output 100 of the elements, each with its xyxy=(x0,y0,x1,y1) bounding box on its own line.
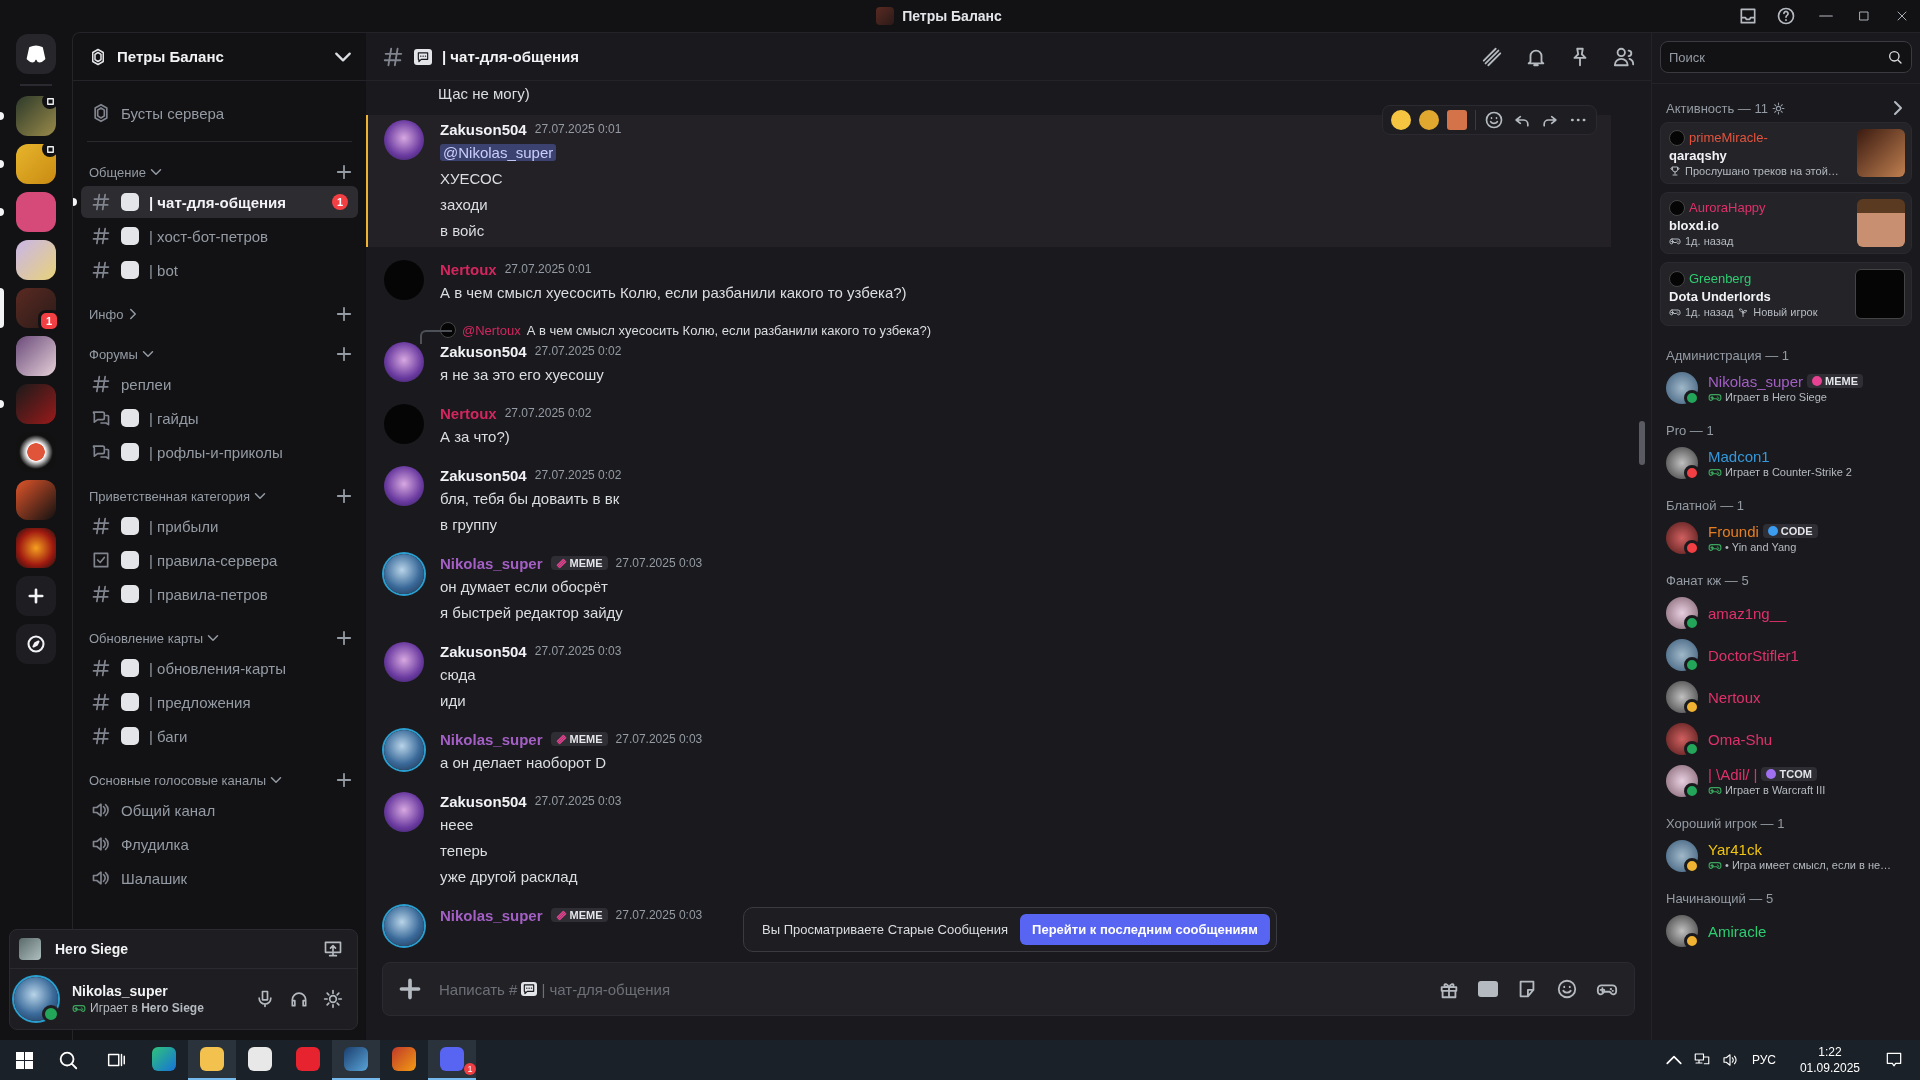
avatar[interactable] xyxy=(384,554,424,594)
threads-icon[interactable] xyxy=(1481,45,1503,68)
category-header[interactable]: Основные голосовые каналы xyxy=(89,772,283,788)
scrollbar[interactable] xyxy=(1639,421,1645,465)
plus-icon[interactable] xyxy=(336,630,352,646)
server-header[interactable]: Петры Баланс xyxy=(73,33,366,81)
unread-pill xyxy=(0,208,4,216)
channel-item[interactable]: Флудилка xyxy=(81,828,358,860)
timestamp: 27.07.2025 0:01 xyxy=(534,122,622,136)
speaker-icon[interactable] xyxy=(1720,1051,1739,1069)
avatar[interactable] xyxy=(384,792,424,832)
activity-card[interactable]: AuroraHappy bloxd.io 1д. назад xyxy=(1660,192,1912,254)
category-header[interactable]: Форумы xyxy=(89,346,154,362)
category-header[interactable]: Обновление карты xyxy=(89,630,220,646)
server-icon[interactable] xyxy=(16,336,56,376)
jump-button[interactable]: Перейти к последним сообщениям xyxy=(1020,914,1270,945)
plus-icon[interactable] xyxy=(336,306,352,322)
settings-icon[interactable] xyxy=(1772,101,1785,115)
guild-tag[interactable]: MEME xyxy=(550,556,608,570)
author-name[interactable]: Zakuson504 xyxy=(440,466,527,484)
reply-author[interactable]: @Nertoux xyxy=(462,322,521,338)
author-name[interactable]: Zakuson504 xyxy=(440,120,527,138)
taskbar-button[interactable] xyxy=(188,1040,236,1080)
channel-item[interactable]: Общий канал xyxy=(81,794,358,826)
settings-icon[interactable] xyxy=(323,989,343,1009)
member-item[interactable]: Nertoux xyxy=(1660,676,1912,718)
microphone-icon[interactable] xyxy=(255,989,275,1009)
home-button[interactable] xyxy=(16,34,56,74)
member-item[interactable]: Froundi CODE • Yin and Yang xyxy=(1660,517,1912,559)
category-header[interactable]: Инфо xyxy=(89,306,140,322)
plus-icon[interactable] xyxy=(336,772,352,788)
author-name[interactable]: Zakuson504 xyxy=(440,792,527,810)
channel-item[interactable]: | правила-сервера xyxy=(81,544,358,576)
channel-item[interactable]: | баги xyxy=(81,720,358,752)
author-name[interactable]: Nikolas_super xyxy=(440,730,543,748)
avatar[interactable] xyxy=(384,906,424,946)
avatar[interactable] xyxy=(384,466,424,506)
clock-time[interactable]: 1:22 xyxy=(1818,1044,1842,1060)
server-icon[interactable] xyxy=(16,240,56,280)
channel-item[interactable]: | рофлы-и-приколы xyxy=(81,436,358,468)
member-item[interactable]: DoctorStifler1 xyxy=(1660,634,1912,676)
headphones-icon[interactable] xyxy=(289,989,309,1009)
server-icon[interactable] xyxy=(16,144,56,184)
avatar xyxy=(1669,270,1685,287)
activity-card[interactable]: Greenberg Dota Underlords 1д. назад Новый игрок xyxy=(1660,262,1912,326)
reaction-icon[interactable] xyxy=(1391,110,1411,130)
plus-icon[interactable] xyxy=(336,346,352,362)
reaction-icon[interactable] xyxy=(1419,110,1439,130)
help-icon[interactable] xyxy=(1776,6,1796,26)
avatar[interactable] xyxy=(14,977,58,1021)
role-header: Хороший игрок — 1 xyxy=(1665,815,1786,833)
category-header[interactable]: Общение xyxy=(89,164,162,180)
guild-tag[interactable]: MEME xyxy=(550,908,608,922)
add-reaction-icon[interactable] xyxy=(1484,110,1504,130)
taskbar-button[interactable]: 1 xyxy=(428,1040,476,1080)
member-item[interactable]: amaz1ng__ xyxy=(1660,592,1912,634)
plus-icon[interactable] xyxy=(336,488,352,504)
author-name[interactable]: Nikolas_super xyxy=(440,906,543,924)
author-name[interactable]: Nikolas_super xyxy=(440,554,543,572)
activity-card[interactable]: primeMiracle- qaraqshy Прослушано треков на этой… xyxy=(1660,122,1912,184)
members-icon[interactable] xyxy=(1613,45,1635,68)
channel-item[interactable]: | предложения xyxy=(81,686,358,718)
add-attachment-icon[interactable] xyxy=(399,978,421,1000)
avatar[interactable] xyxy=(384,342,424,382)
member-item[interactable]: Oma-Shu xyxy=(1660,718,1912,760)
channel-item[interactable]: | bot xyxy=(81,254,358,286)
guild-tag[interactable]: MEME xyxy=(550,732,608,746)
member-item[interactable]: Amiracle xyxy=(1660,910,1912,952)
avatar[interactable] xyxy=(384,730,424,770)
member-item[interactable]: | \Adil/ | TCOM Играет в Warcraft III xyxy=(1660,760,1912,802)
plus-icon[interactable] xyxy=(336,164,352,180)
inbox-icon[interactable] xyxy=(1738,6,1758,26)
taskbar-button[interactable] xyxy=(332,1040,380,1080)
sidebar-item[interactable]: Бусты сервера xyxy=(81,97,358,129)
channel-item[interactable]: Шалашик xyxy=(81,862,358,894)
channel-item[interactable]: реплеи xyxy=(81,368,358,400)
screen-share-icon[interactable] xyxy=(323,939,343,959)
avatar[interactable] xyxy=(384,120,424,160)
avatar[interactable] xyxy=(384,642,424,682)
clock-date[interactable]: 01.09.2025 xyxy=(1799,1060,1860,1076)
channel-item[interactable]: | чат-для-общения 1 xyxy=(81,186,358,218)
channel-item[interactable]: | хост-бот-петров xyxy=(81,220,358,252)
author-name[interactable]: Zakuson504 xyxy=(440,342,527,360)
author-name[interactable]: Zakuson504 xyxy=(440,642,527,660)
channel-item[interactable]: | обновления-карты xyxy=(81,652,358,684)
reply-text[interactable]: А в чем смысл хуесосить Колю, если разбанили какого то узбека?) xyxy=(526,322,932,338)
language-indicator[interactable]: РУС xyxy=(1751,1053,1776,1067)
maximize-icon[interactable] xyxy=(1856,8,1872,24)
mention[interactable]: @Nikolas_super xyxy=(440,144,557,161)
member-item[interactable]: Yar41ck • Игра имеет смысл, если в не… xyxy=(1660,835,1912,877)
add-server-button[interactable] xyxy=(16,576,56,616)
channel-item[interactable]: | гайды xyxy=(81,402,358,434)
search-field[interactable]: Поиск xyxy=(1660,41,1912,73)
member-item[interactable]: Madcon1 Играет в Counter-Strike 2 xyxy=(1660,442,1912,484)
discover-button[interactable] xyxy=(16,624,56,664)
category-header[interactable]: Приветственная категория xyxy=(89,488,267,504)
server-icon[interactable] xyxy=(16,528,56,568)
channel-item[interactable]: | прибыли xyxy=(81,510,358,542)
channel-item[interactable]: | правила-петров xyxy=(81,578,358,610)
member-item[interactable]: Nikolas_super MEME Играет в Hero Siege xyxy=(1660,367,1912,409)
